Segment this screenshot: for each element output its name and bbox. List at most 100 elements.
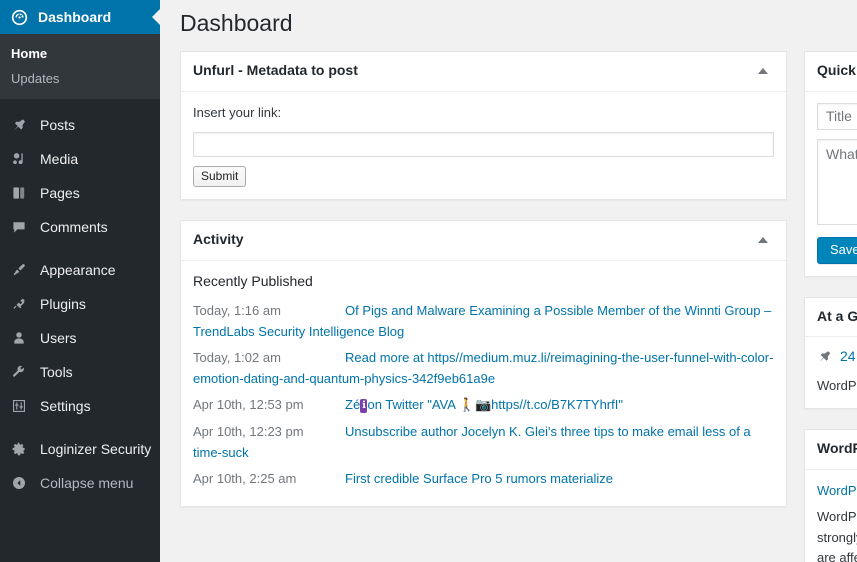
sidebar-item-label: Loginizer Security: [40, 441, 152, 457]
sidebar-item-media[interactable]: Media: [0, 142, 160, 176]
at-a-glance-widget: At a Gl 24 WordPr: [804, 296, 857, 410]
wordpress-news-title: WordP: [817, 440, 857, 457]
sidebar-item-label: Appearance: [40, 262, 116, 278]
activity-link-text-before: Zé: [345, 397, 361, 413]
quick-draft-title: Quick: [817, 62, 856, 78]
wordpress-news-body: WordP WordPr strongly are affe: [805, 470, 857, 562]
menu-divider: [0, 423, 160, 432]
quick-draft-header: Quick: [805, 52, 857, 92]
media-icon: [11, 151, 31, 167]
sidebar-item-label: Media: [40, 151, 79, 167]
sliders-icon: [11, 398, 31, 414]
collapse-arrow-icon: [11, 475, 31, 491]
comment-icon: [11, 219, 31, 235]
main-content: Dashboard Unfurl - Metadata to post Inse…: [160, 0, 857, 562]
at-a-glance-title: At a Gl: [817, 307, 857, 324]
dashboard-submenu: Home Updates: [0, 34, 160, 99]
activity-widget-title: Activity: [193, 231, 244, 248]
at-a-glance-body: 24 WordPr: [805, 337, 857, 408]
sidebar-item-label: Settings: [40, 398, 91, 414]
pages-icon: [11, 185, 31, 201]
sidebar-subitem-updates[interactable]: Updates: [0, 66, 160, 91]
activity-timestamp: Today, 1:16 am: [193, 303, 281, 319]
unfurl-collapse-toggle[interactable]: [748, 52, 778, 91]
glance-posts-row[interactable]: 24: [817, 348, 857, 364]
dashboard-column-right: Quick Save At a Gl: [787, 51, 857, 562]
admin-sidebar: Dashboard Home Updates Posts Media Pages…: [0, 0, 160, 562]
sidebar-item-loginizer-security[interactable]: Loginizer Security: [0, 432, 160, 466]
sidebar-item-label: Tools: [40, 364, 73, 380]
list-item: Apr 10th, 12:53 pm Zé ℹ on Twitter "AVA 🚶📷h…: [193, 394, 774, 415]
quick-draft-title-input[interactable]: [817, 102, 857, 130]
wrench-icon: [11, 364, 31, 380]
glance-posts-count: 24: [840, 348, 856, 365]
dashboard-columns: Unfurl - Metadata to post Insert your li…: [160, 51, 857, 562]
sidebar-collapse-menu[interactable]: Collapse menu: [0, 466, 160, 500]
dashboard-icon: [11, 9, 28, 26]
sidebar-item-users[interactable]: Users: [0, 321, 160, 355]
sidebar-item-label: Posts: [40, 117, 76, 133]
sidebar-item-settings[interactable]: Settings: [0, 389, 160, 423]
list-item: Today, 1:02 am Read more at https//medium…: [193, 347, 774, 389]
triangle-up-icon: [758, 68, 768, 75]
sidebar-item-label: Dashboard: [38, 9, 112, 25]
active-menu-arrow-icon: [152, 9, 160, 25]
sidebar-subitem-home[interactable]: Home: [0, 41, 160, 66]
activity-collapse-toggle[interactable]: [748, 221, 778, 260]
unfurl-widget-header: Unfurl - Metadata to post: [181, 52, 786, 92]
sidebar-item-posts[interactable]: Posts: [0, 108, 160, 142]
quick-draft-content-input[interactable]: [817, 138, 857, 225]
list-item: Apr 10th, 2:25 am First credible Surface …: [193, 468, 774, 489]
activity-widget-header: Activity: [181, 221, 786, 261]
page-title: Dashboard: [180, 10, 293, 36]
menu-divider: [0, 244, 160, 253]
recently-published-list: Today, 1:16 am Of Pigs and Malware Examin…: [193, 300, 774, 488]
triangle-up-icon: [758, 237, 768, 244]
dashboard-column-left: Unfurl - Metadata to post Insert your li…: [180, 51, 787, 562]
activity-widget-body: Recently Published Today, 1:16 am Of Pigs…: [181, 261, 786, 506]
sidebar-item-plugins[interactable]: Plugins: [0, 287, 160, 321]
glance-footer-text: WordPr: [817, 378, 857, 394]
wordpress-admin-screen: Dashboard Home Updates Posts Media Pages…: [0, 0, 857, 562]
activity-widget: Activity Recently Published Today, 1:16 …: [180, 220, 787, 507]
at-a-glance-header: At a Gl: [805, 298, 857, 338]
activity-link-text-after: on Twitter "AVA 🚶📷https//t.co/B7K7TYhrfI…: [367, 397, 623, 413]
unfurl-submit-button[interactable]: Submit: [193, 166, 247, 188]
quick-draft-save-button[interactable]: Save: [817, 236, 857, 264]
activity-post-link[interactable]: First credible Surface Pro 5 rumors mate…: [345, 471, 613, 486]
sidebar-item-label: Collapse menu: [40, 475, 134, 491]
plug-icon: [11, 296, 31, 312]
activity-timestamp: Today, 1:02 am: [193, 350, 281, 366]
activity-timestamp: Apr 10th, 12:53 pm: [193, 397, 304, 413]
sidebar-item-comments[interactable]: Comments: [0, 210, 160, 244]
unfurl-widget-body: Insert your link: Submit: [181, 92, 786, 200]
quick-draft-widget: Quick Save: [804, 51, 857, 277]
wordpress-news-excerpt: WordPr strongly are affe: [817, 509, 857, 562]
activity-timestamp: Apr 10th, 2:25 am: [193, 470, 297, 486]
sidebar-item-label: Pages: [40, 185, 80, 201]
activity-post-link[interactable]: Zé ℹ on Twitter "AVA 🚶📷https//t.co/B7K7TYh…: [345, 397, 623, 414]
sidebar-item-pages[interactable]: Pages: [0, 176, 160, 210]
list-item: Today, 1:16 am Of Pigs and Malware Examin…: [193, 300, 774, 342]
unfurl-link-input[interactable]: [193, 132, 774, 158]
unfurl-widget-title: Unfurl - Metadata to post: [193, 62, 358, 78]
quick-draft-body: Save: [805, 92, 857, 276]
list-item: Apr 10th, 12:23 pm Unsubscribe author Joc…: [193, 421, 774, 463]
brush-icon: [11, 262, 31, 278]
menu-divider: [0, 99, 160, 108]
sidebar-item-appearance[interactable]: Appearance: [0, 253, 160, 287]
user-icon: [11, 330, 31, 346]
sidebar-item-tools[interactable]: Tools: [0, 355, 160, 389]
sidebar-item-label: Users: [40, 330, 77, 346]
sidebar-item-label: Plugins: [40, 296, 86, 312]
pin-icon: [817, 349, 832, 364]
sidebar-item-label: Comments: [40, 219, 108, 235]
activity-timestamp: Apr 10th, 12:23 pm: [193, 423, 304, 439]
wordpress-news-header: WordP: [805, 430, 857, 470]
unfurl-widget: Unfurl - Metadata to post Insert your li…: [180, 51, 787, 201]
pin-icon: [11, 117, 31, 133]
sidebar-item-dashboard[interactable]: Dashboard: [0, 0, 160, 34]
recently-published-heading: Recently Published: [193, 272, 313, 289]
wordpress-news-link[interactable]: WordP: [817, 481, 857, 501]
unfurl-field-label: Insert your link:: [193, 104, 282, 120]
